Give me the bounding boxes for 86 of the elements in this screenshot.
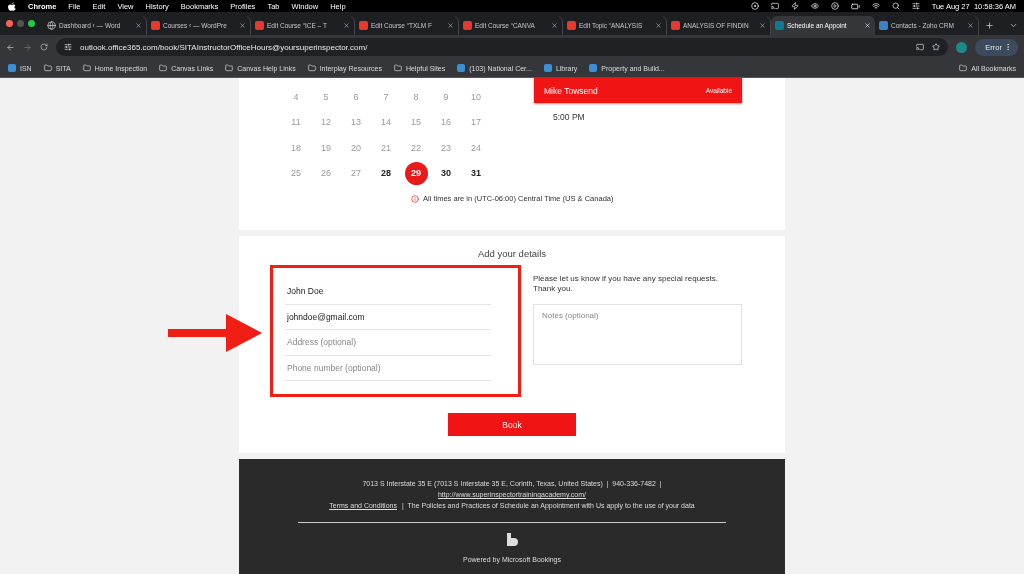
calendar-day[interactable]: 28: [374, 161, 398, 185]
eye-icon[interactable]: [810, 2, 819, 10]
calendar-day: 23: [434, 136, 458, 160]
favicon-icon: [151, 21, 160, 30]
play-icon[interactable]: [830, 2, 839, 10]
book-button[interactable]: Book: [448, 413, 576, 436]
search-icon[interactable]: [891, 2, 900, 10]
section-heading: Add your details: [477, 248, 547, 259]
time-slot[interactable]: 5:00 PM: [553, 112, 785, 122]
favicon-icon: [255, 21, 264, 30]
folder-icon: [82, 64, 91, 72]
calendar-day: 5: [314, 85, 338, 109]
close-icon[interactable]: [135, 22, 142, 29]
folder-icon: [307, 64, 316, 72]
calendar-day: 7: [374, 85, 398, 109]
install-icon[interactable]: [916, 43, 925, 51]
close-window-icon[interactable]: [6, 20, 13, 27]
calendar-day: 15: [404, 110, 428, 134]
calendar-day: 8: [404, 85, 428, 109]
bookings-logo-icon: [506, 533, 518, 546]
reload-icon[interactable]: [40, 43, 48, 51]
folder-icon: [959, 64, 968, 72]
calendar-day: 26: [314, 161, 338, 185]
calendar-day: 9: [434, 85, 458, 109]
calendar-day: 11: [284, 110, 308, 134]
battery-icon[interactable]: [850, 1, 860, 11]
calendar-day: 16: [434, 110, 458, 134]
calendar-day[interactable]: 29: [404, 161, 428, 185]
close-icon[interactable]: [239, 22, 246, 29]
folder-icon: [225, 64, 234, 72]
info-icon: [411, 194, 419, 203]
favicon-icon: [543, 64, 552, 72]
calendar-day: 4: [284, 85, 308, 109]
record-icon[interactable]: [750, 2, 759, 10]
calendar-day: 13: [344, 110, 368, 134]
calendar-day[interactable]: 31: [464, 161, 488, 185]
address-bar[interactable]: outlook.office365.com/book/SITAInstructorOfficeHours@yoursuperinspector.com/: [56, 38, 949, 56]
calendar-day: 19: [314, 136, 338, 160]
more-icon: [1004, 43, 1012, 51]
favicon-icon: [775, 21, 784, 30]
calendar-day[interactable]: 30: [434, 161, 458, 185]
favicon-icon: [589, 64, 598, 72]
calendar-day: 6: [344, 85, 368, 109]
zoom-window-icon[interactable]: [28, 20, 35, 27]
favicon-icon: [879, 21, 888, 30]
calendar-day: 17: [464, 110, 488, 134]
favicon-icon: [567, 21, 576, 30]
close-icon[interactable]: [343, 22, 350, 29]
calendar-day: 14: [374, 110, 398, 134]
new-tab-icon[interactable]: [985, 21, 994, 30]
requests-note: Please let us know if you have any special requests. Thank you.: [533, 274, 719, 294]
calendar-day: 18: [284, 136, 308, 160]
bolt-icon[interactable]: [790, 2, 799, 10]
favicon-icon: [463, 21, 472, 30]
bookmark-star-icon[interactable]: [932, 43, 941, 51]
close-icon[interactable]: [759, 22, 766, 29]
favicon-icon: [359, 21, 368, 30]
notes-field[interactable]: Notes (optional): [533, 304, 742, 365]
calendar-day: 20: [344, 136, 368, 160]
back-icon[interactable]: [6, 42, 15, 52]
close-icon[interactable]: [551, 22, 558, 29]
tab-search-icon[interactable]: [1009, 21, 1018, 30]
folder-icon: [393, 64, 402, 72]
site-info-icon[interactable]: [64, 43, 72, 51]
close-icon[interactable]: [967, 22, 974, 29]
favicon-icon: [457, 64, 466, 72]
arrow-icon: [168, 314, 262, 352]
calendar-day: 22: [404, 136, 428, 160]
calendar-day: 25: [284, 161, 308, 185]
wifi-icon[interactable]: [871, 2, 880, 10]
favicon-icon: [671, 21, 680, 30]
folder-icon: [43, 64, 52, 72]
globe-icon: [47, 21, 56, 30]
folder-icon: [159, 64, 168, 72]
control-center-icon[interactable]: [911, 2, 920, 10]
calendar-day: 21: [374, 136, 398, 160]
close-icon[interactable]: [655, 22, 662, 29]
calendar-day: 10: [464, 85, 488, 109]
calendar-day: 27: [344, 161, 368, 185]
screen-icon[interactable]: [770, 2, 779, 10]
calendar-day: 24: [464, 136, 488, 160]
extension-icon[interactable]: [956, 41, 968, 53]
calendar-day: 12: [314, 110, 338, 134]
apple-icon[interactable]: [8, 1, 16, 11]
favicon-icon: [8, 64, 16, 72]
close-icon[interactable]: [447, 22, 454, 29]
